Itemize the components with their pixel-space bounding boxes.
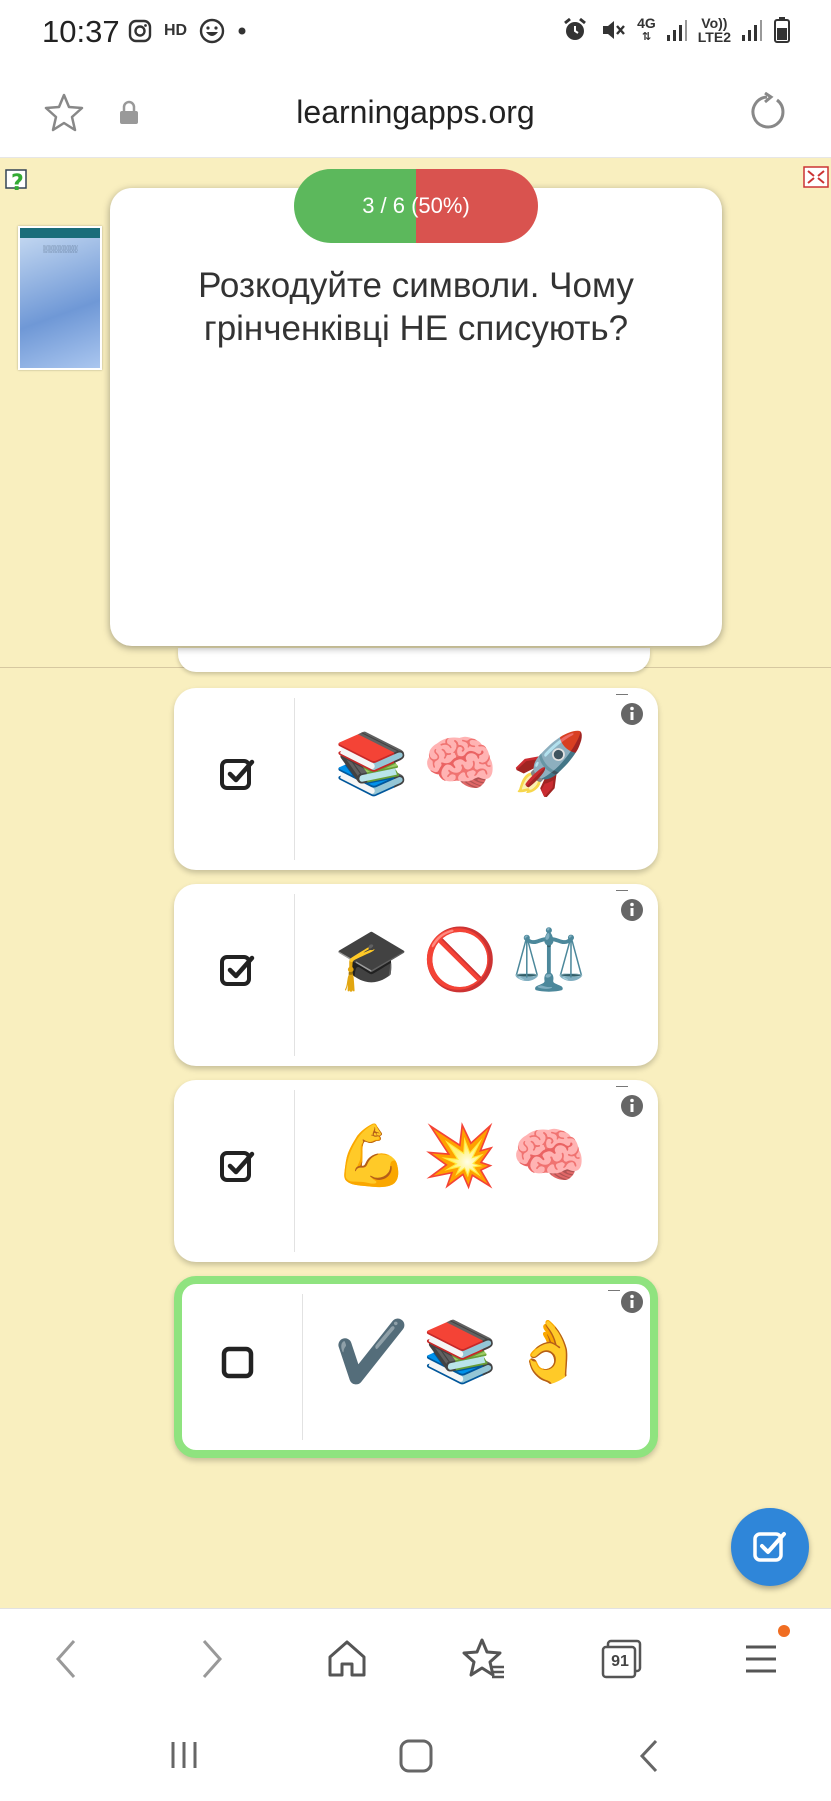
checked-box-icon bbox=[220, 1151, 255, 1182]
dot-icon bbox=[238, 27, 246, 35]
answer-symbol: 🚫 bbox=[422, 925, 498, 995]
answer-info-button[interactable] bbox=[620, 1094, 644, 1123]
status-left-icons: HD bbox=[128, 18, 247, 44]
answer-card[interactable]: ✔️ 📚 👌 bbox=[174, 1276, 658, 1458]
answer-info-button[interactable] bbox=[620, 898, 644, 927]
answer-checkbox[interactable] bbox=[218, 1342, 258, 1387]
svg-text:?: ? bbox=[11, 171, 24, 196]
system-home-icon[interactable] bbox=[398, 1738, 434, 1774]
alarm-icon bbox=[564, 17, 587, 40]
menu-button[interactable] bbox=[742, 1625, 790, 1684]
signal-icon-2 bbox=[742, 20, 762, 41]
hidden-answer-card-edge bbox=[178, 648, 650, 672]
answer-symbols: 💪 💥 🧠 bbox=[334, 1116, 586, 1196]
answer-info-button[interactable] bbox=[620, 702, 644, 731]
answer-separator bbox=[294, 698, 295, 860]
question-card: Розкодуйте символи. Чому грінченківці НЕ… bbox=[110, 188, 722, 646]
answer-drag-mark bbox=[616, 1086, 628, 1087]
info-icon bbox=[621, 1291, 643, 1313]
progress-label: 3 / 6 (50%) bbox=[362, 193, 470, 218]
answer-card[interactable]: 💪 💥 🧠 bbox=[174, 1080, 658, 1262]
battery-icon bbox=[774, 17, 790, 43]
volte-indicator: Vo)) LTE2 bbox=[697, 15, 731, 45]
answer-checkbox[interactable] bbox=[218, 1146, 258, 1191]
answer-checkbox[interactable] bbox=[218, 754, 258, 799]
recent-apps-icon[interactable] bbox=[168, 1738, 202, 1772]
learningapps-content: ? ░░░░░░░ Розкодуйте символи. Чому грінч… bbox=[0, 158, 831, 1608]
network-4g: 4G ⇅ bbox=[637, 15, 656, 43]
address-bar: learningapps.org bbox=[0, 66, 831, 158]
browser-bottom-bar: 91 bbox=[0, 1608, 831, 1708]
answer-card[interactable]: 🎓 🚫 ⚖️ bbox=[174, 884, 658, 1066]
mute-icon bbox=[603, 21, 626, 39]
app-thumbnail[interactable]: ░░░░░░░ bbox=[18, 226, 102, 370]
answer-card[interactable]: 📚 🧠 🚀 bbox=[174, 688, 658, 870]
answer-symbol: 👌 bbox=[511, 1317, 587, 1387]
app-help-icon[interactable]: ? bbox=[4, 166, 34, 196]
home-icon[interactable] bbox=[326, 1637, 368, 1679]
signal-icon-1 bbox=[666, 20, 687, 41]
notification-dot bbox=[778, 1625, 790, 1637]
question-text: Розкодуйте символи. Чому грінченківці НЕ… bbox=[198, 266, 634, 348]
back-icon[interactable] bbox=[52, 1637, 82, 1681]
forward-icon[interactable] bbox=[196, 1637, 226, 1681]
checked-box-icon bbox=[220, 955, 255, 986]
info-icon bbox=[621, 1095, 643, 1117]
answer-symbol: 🚀 bbox=[511, 729, 587, 799]
answer-symbol: ⚖️ bbox=[511, 925, 587, 995]
answer-symbol: 🎓 bbox=[334, 925, 409, 995]
answer-symbols: 🎓 🚫 ⚖️ bbox=[334, 920, 586, 1000]
tabs-button[interactable]: 91 bbox=[600, 1637, 644, 1684]
hd-label: HD bbox=[164, 22, 188, 39]
unchecked-box-icon bbox=[221, 1346, 254, 1379]
answer-symbol: 📚 bbox=[334, 729, 409, 799]
answer-checkbox[interactable] bbox=[218, 950, 258, 995]
instagram-icon bbox=[128, 19, 152, 43]
bookmarks-icon[interactable] bbox=[462, 1637, 506, 1679]
answer-separator bbox=[302, 1294, 303, 1440]
answer-drag-mark bbox=[616, 890, 628, 891]
answer-symbol: 📚 bbox=[422, 1317, 498, 1387]
answer-info-button[interactable] bbox=[620, 1290, 644, 1319]
tabs-count: 91 bbox=[611, 1653, 629, 1670]
system-nav-bar bbox=[0, 1708, 831, 1801]
emoji-notification-icon bbox=[199, 18, 225, 44]
reload-icon[interactable] bbox=[747, 92, 787, 132]
info-icon bbox=[621, 899, 643, 921]
answer-symbol: 🧠 bbox=[422, 729, 498, 799]
answer-separator bbox=[294, 1090, 295, 1252]
answer-symbol: 💥 bbox=[422, 1121, 498, 1191]
check-square-icon bbox=[753, 1532, 786, 1562]
check-answers-button[interactable] bbox=[731, 1508, 809, 1586]
status-bar: 10:37 HD 4G ⇅ Vo)) LTE2 bbox=[0, 0, 831, 66]
answer-symbol: ✔️ bbox=[334, 1317, 409, 1387]
answer-symbol: 💪 bbox=[334, 1121, 409, 1191]
checked-box-icon bbox=[220, 759, 255, 790]
menu-icon bbox=[746, 1645, 776, 1673]
answer-separator bbox=[294, 894, 295, 1056]
answer-drag-mark bbox=[616, 694, 628, 695]
status-right-icons: 4G ⇅ Vo)) LTE2 bbox=[561, 16, 791, 44]
answer-symbol: 🧠 bbox=[511, 1121, 587, 1191]
answer-symbols: 📚 🧠 🚀 bbox=[334, 724, 586, 804]
answer-drag-mark bbox=[608, 1290, 620, 1291]
info-icon bbox=[621, 703, 643, 725]
status-time: 10:37 bbox=[42, 14, 120, 49]
answer-symbols: ✔️ 📚 👌 bbox=[334, 1312, 586, 1392]
fullscreen-exit-icon[interactable] bbox=[803, 166, 829, 188]
system-back-icon[interactable] bbox=[636, 1738, 662, 1774]
url-text[interactable]: learningapps.org bbox=[0, 94, 831, 131]
